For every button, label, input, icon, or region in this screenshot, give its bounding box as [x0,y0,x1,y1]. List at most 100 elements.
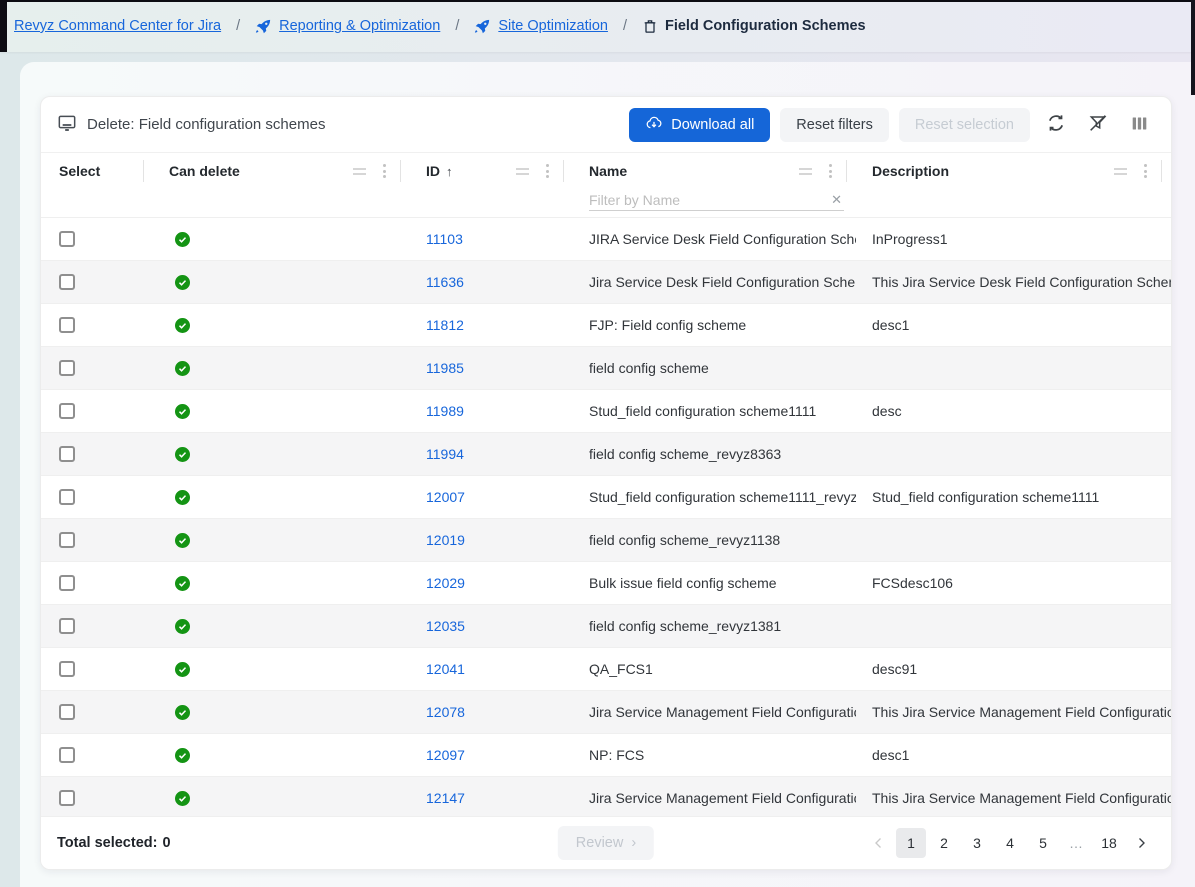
row-checkbox[interactable] [59,231,75,247]
scheme-id-link[interactable]: 12035 [426,618,465,634]
scheme-id-link[interactable]: 11636 [426,274,464,290]
row-id-cell: 12097 [410,747,573,763]
chevron-right-icon: › [631,835,636,851]
filter-lines-icon[interactable] [1114,168,1127,175]
breadcrumb-link-reporting-optimization[interactable]: Reporting & Optimization [279,18,440,34]
clear-filters-button[interactable] [1082,108,1114,142]
columns-button[interactable] [1124,108,1155,142]
row-name-cell: Bulk issue field config scheme [573,575,856,591]
trash-icon [642,18,658,35]
download-all-button[interactable]: Download all [629,108,770,142]
review-button[interactable]: Review › [558,826,654,860]
check-circle-icon [175,748,190,763]
refresh-button[interactable] [1040,108,1072,142]
row-checkbox[interactable] [59,532,75,548]
pagination-prev-button[interactable] [865,828,893,858]
total-selected: Total selected: 0 [57,835,171,851]
filter-lines-icon[interactable] [353,168,366,175]
scheme-id-link[interactable]: 11812 [426,317,464,333]
total-selected-value: 0 [162,835,170,851]
row-name-cell: field config scheme_revyz1381 [573,618,856,634]
row-id-cell: 11103 [410,231,573,247]
row-select-cell [41,532,153,548]
clear-filter-icon[interactable]: ✕ [829,192,844,208]
scheme-id-link[interactable]: 11994 [426,446,464,462]
card-actions: Download all Reset filters Reset selecti… [629,108,1155,142]
filter-lines-icon[interactable] [799,168,812,175]
row-select-cell [41,317,153,333]
download-all-label: Download all [671,117,754,133]
pagination-next-button[interactable] [1127,828,1155,858]
name-filter-input[interactable] [589,192,829,208]
row-checkbox[interactable] [59,360,75,376]
scheme-id-link[interactable]: 11989 [426,403,464,419]
scheme-id-link[interactable]: 12019 [426,532,465,548]
pagination-page-18[interactable]: 18 [1094,828,1124,858]
row-checkbox[interactable] [59,317,75,333]
table-filter-row: ✕ [41,189,1171,217]
header-icons [799,162,856,180]
check-circle-icon [175,232,190,247]
row-checkbox[interactable] [59,661,75,677]
row-checkbox[interactable] [59,704,75,720]
breadcrumb-bar: Revyz Command Center for Jira / Reportin… [0,0,1195,52]
scheme-id-link[interactable]: 12097 [426,747,465,763]
breadcrumb-separator: / [228,18,248,34]
row-checkbox[interactable] [59,790,75,806]
scheme-id-link[interactable]: 12078 [426,704,465,720]
row-name-cell: NP: FCS [573,747,856,763]
row-can-delete-cell [153,705,410,720]
row-can-delete-cell [153,791,410,806]
table-body: 11103 JIRA Service Desk Field Configurat… [41,217,1171,819]
row-checkbox[interactable] [59,747,75,763]
pagination-page-4[interactable]: 4 [995,828,1025,858]
check-circle-icon [175,275,190,290]
pagination-page-2[interactable]: 2 [929,828,959,858]
more-menu-icon[interactable] [827,162,834,180]
column-label-id: ID [426,163,440,179]
table-row: 11812 FJP: Field config scheme desc1 [41,303,1171,346]
row-checkbox[interactable] [59,618,75,634]
scheme-id-link[interactable]: 11103 [426,231,463,247]
scheme-id-link[interactable]: 11985 [426,360,464,376]
row-name-cell: QA_FCS1 [573,661,856,677]
row-description-cell: Stud_field configuration scheme1111 [856,489,1171,505]
pagination: 12345…18 [865,828,1155,858]
row-checkbox[interactable] [59,403,75,419]
row-checkbox[interactable] [59,446,75,462]
row-select-cell [41,403,153,419]
row-name-cell: Stud_field configuration scheme1111 [573,403,856,419]
more-menu-icon[interactable] [381,162,388,180]
table-row: 11103 JIRA Service Desk Field Configurat… [41,217,1171,260]
more-menu-icon[interactable] [544,162,551,180]
reset-filters-button[interactable]: Reset filters [780,108,889,142]
scheme-id-link[interactable]: 12007 [426,489,465,505]
pagination-page-1[interactable]: 1 [896,828,926,858]
card-title-label: Delete: Field configuration schemes [87,116,325,133]
row-name-cell: field config scheme [573,360,856,376]
breadcrumb-link-site-optimization[interactable]: Site Optimization [498,18,608,34]
scheme-id-link[interactable]: 12147 [426,790,465,806]
column-header-can-delete: Can delete [153,153,410,189]
row-name-cell: JIRA Service Desk Field Configuration Sc… [573,231,856,247]
column-header-description: Description [856,153,1171,189]
row-select-cell [41,661,153,677]
scheme-id-link[interactable]: 12029 [426,575,465,591]
sort-ascending-icon: ↑ [446,164,453,179]
check-circle-icon [175,662,190,677]
filter-lines-icon[interactable] [516,168,529,175]
row-checkbox[interactable] [59,274,75,290]
column-header-id[interactable]: ID ↑ [410,153,573,189]
pagination-page-5[interactable]: 5 [1028,828,1058,858]
breadcrumb-separator: / [615,18,635,34]
scheme-id-link[interactable]: 12041 [426,661,465,677]
row-select-cell [41,231,153,247]
schemes-card: Delete: Field configuration schemes Down… [40,96,1172,870]
reset-selection-button[interactable]: Reset selection [899,108,1030,142]
row-checkbox[interactable] [59,575,75,591]
more-menu-icon[interactable] [1142,162,1149,180]
pagination-page-3[interactable]: 3 [962,828,992,858]
breadcrumb-link-command-center[interactable]: Revyz Command Center for Jira [14,18,221,34]
row-checkbox[interactable] [59,489,75,505]
row-id-cell: 12078 [410,704,573,720]
